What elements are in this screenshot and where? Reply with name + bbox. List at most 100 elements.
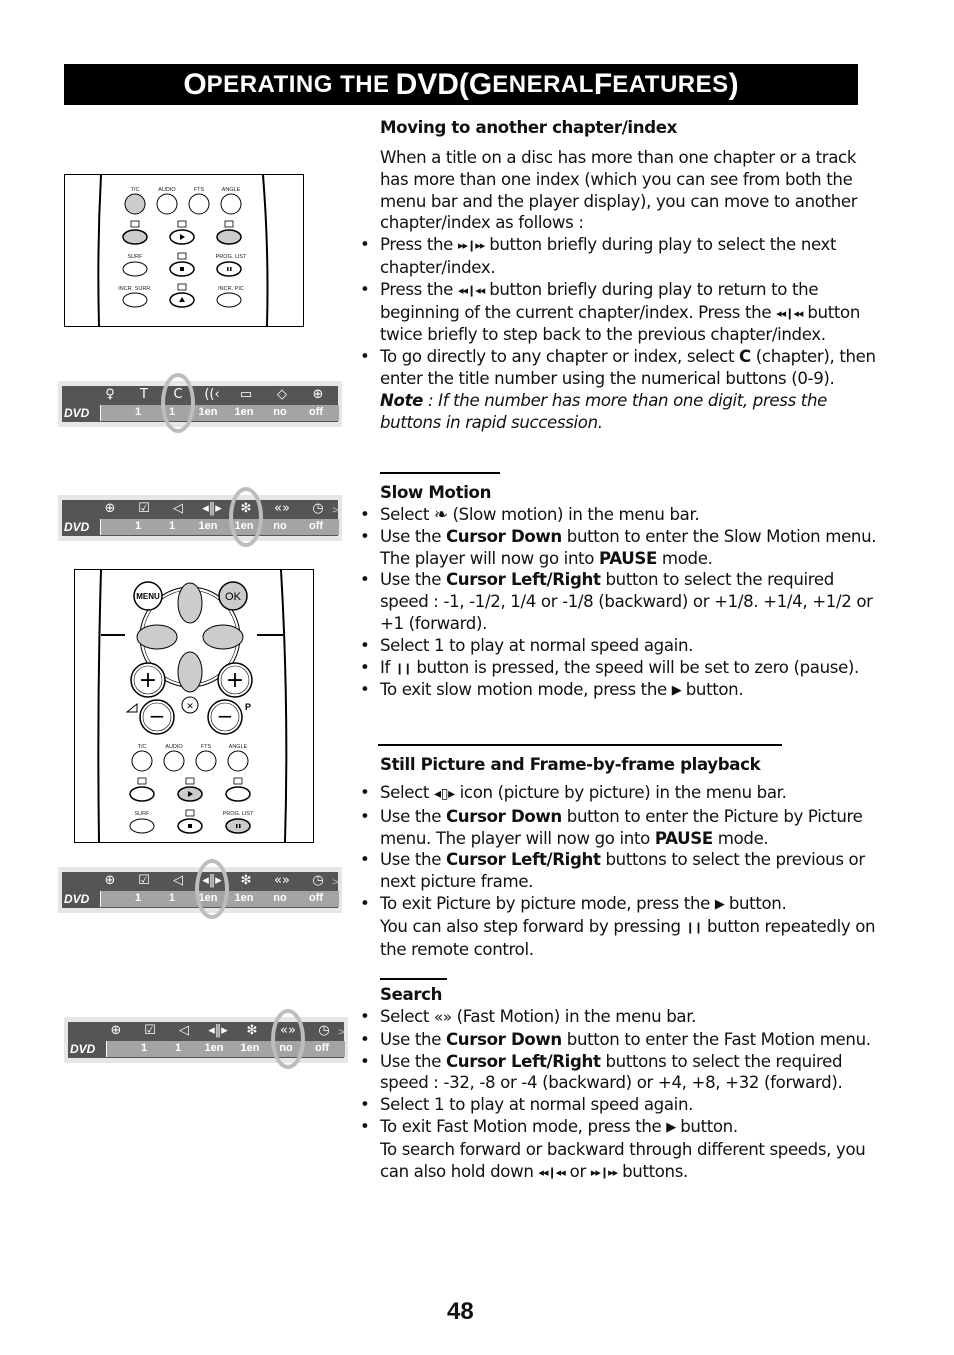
- frame-icon[interactable]: ◂‖▸: [204, 1022, 232, 1040]
- slow-motion-icon[interactable]: ❇: [238, 1022, 266, 1040]
- subtitle-icon[interactable]: ▭: [232, 386, 260, 404]
- menu-bar-values-row: DVD 1 1 1en 1en no off: [62, 404, 339, 422]
- audio-icon[interactable]: ◁: [170, 1022, 198, 1040]
- label-audio: AUDIO: [158, 187, 176, 193]
- section-still-picture: Still Picture and Frame-by-frame playbac…: [360, 754, 880, 960]
- menu-bar-value: off: [308, 892, 324, 904]
- label-prog-list: PROG. LIST: [216, 254, 248, 260]
- section-heading: Still Picture and Frame-by-frame playbac…: [380, 755, 761, 774]
- fast-motion-icon: «»: [434, 1008, 452, 1026]
- menu-bar-value: no: [273, 892, 287, 904]
- timer-icon[interactable]: ♀: [96, 386, 124, 404]
- cursor-up-button: [177, 582, 203, 624]
- frame-by-frame-icon: ◂▯▸: [434, 786, 455, 802]
- menu-bar-value: 1: [134, 520, 142, 532]
- audio-icon[interactable]: ◁: [164, 500, 192, 518]
- section-divider: [378, 744, 782, 746]
- dvd-logo: DVD: [64, 406, 90, 420]
- section-search: Search Select «» (Fast Motion) in the me…: [360, 984, 880, 1183]
- label-fts: FTS: [201, 744, 212, 750]
- time-search-icon[interactable]: ◷: [304, 872, 332, 890]
- audio-button: [156, 193, 178, 215]
- zoom-icon[interactable]: ⊕: [304, 386, 332, 404]
- check-icon[interactable]: ☑: [130, 872, 158, 890]
- cursor-left-button: [136, 624, 178, 650]
- list-item: Use the Cursor Left/Right buttons to sel…: [360, 1051, 880, 1095]
- menu-label: MENU: [136, 592, 160, 601]
- angle-icon[interactable]: ◇: [268, 386, 296, 404]
- menu-bar-values-row: DVD 1 1 1en 1en no off: [62, 518, 339, 536]
- check-icon[interactable]: ☑: [136, 1022, 164, 1040]
- list-item: Press the ▸▸❙▸▸ button briefly during pl…: [360, 234, 880, 279]
- prev-button: [129, 786, 155, 802]
- menu-bar-slow-motion: ⊕ ☑ ◁ ◂‖▸ ❇ «» ◷ DVD 1 1 1en 1en no off >: [58, 487, 342, 547]
- menu-bar-value: 1: [168, 520, 176, 532]
- title-part: F: [593, 67, 613, 101]
- list-item: Select «» (Fast Motion) in the menu bar.: [360, 1006, 880, 1029]
- slow-motion-icon[interactable]: ❇: [232, 872, 260, 890]
- more-arrow-icon: >: [331, 505, 340, 516]
- list-item: To exit slow motion mode, press the ▶ bu…: [360, 679, 880, 702]
- previous-icon: ◂◂❙◂◂: [776, 306, 803, 320]
- slow-motion-icon: ❧: [434, 505, 448, 524]
- frame-icon[interactable]: ◂‖▸: [198, 500, 226, 518]
- section-heading: Moving to another chapter/index: [380, 118, 678, 137]
- prev-button: [122, 229, 148, 245]
- menu-bar-value: 1: [134, 406, 142, 418]
- section-divider: [380, 472, 500, 474]
- audio-icon[interactable]: ◁: [164, 872, 192, 890]
- label-audio: AUDIO: [165, 744, 183, 750]
- menu-bar-value: 1en: [234, 406, 254, 418]
- page-title: O PERATING THE DVD (G ENERAL F EATURES): [64, 64, 858, 105]
- menu-bar-value: 1: [174, 1042, 182, 1054]
- list-item: Select ❧ (Slow motion) in the menu bar.: [360, 504, 880, 526]
- zoom-icon[interactable]: ⊕: [102, 1022, 130, 1040]
- volume-icon: [125, 702, 138, 713]
- menu-bar-value: 1en: [198, 520, 218, 532]
- time-search-icon[interactable]: ◷: [304, 500, 332, 518]
- remote-illustration-small: T/C AUDIO FTS ANGLE SURF PROG. LIST INCR…: [64, 174, 304, 327]
- label-fts: FTS: [194, 187, 205, 193]
- pause-icon: ❙❙: [394, 661, 412, 675]
- title-part: PERATING THE: [206, 70, 390, 98]
- selection-highlight-circle: [229, 487, 263, 547]
- play-icon: ▶: [714, 896, 725, 912]
- svg-text:+: +: [226, 668, 244, 693]
- zoom-icon[interactable]: ⊕: [96, 500, 124, 518]
- audio-icon[interactable]: ((‹: [198, 386, 226, 404]
- menu-bar-value: 1en: [234, 892, 254, 904]
- section-slow-motion: Slow Motion Select ❧ (Slow motion) in th…: [360, 482, 880, 702]
- remote-illustration-large: MENU OK + + − − ✕ P T/C AUDIO FTS ANGLE …: [74, 569, 314, 843]
- angle-button: [227, 750, 249, 772]
- menu-bar-frame-by-frame: ⊕ ☑ ◁ ◂‖▸ ❇ «» ◷ DVD 1 1 1en 1en no off >: [58, 859, 342, 919]
- svg-text:+: +: [139, 668, 157, 693]
- fast-motion-icon[interactable]: «»: [268, 500, 296, 518]
- label-incr-surr: INCR. SURR.: [118, 286, 152, 292]
- list-item: Select 1 to play at normal speed again.: [360, 635, 880, 657]
- p-label: P: [245, 702, 251, 712]
- menu-bar-value: off: [308, 520, 324, 532]
- zoom-icon[interactable]: ⊕: [96, 872, 124, 890]
- fts-button: [188, 193, 210, 215]
- menu-t-icon[interactable]: T: [130, 386, 158, 404]
- list-item: Use the Cursor Left/Right buttons to sel…: [360, 849, 880, 893]
- menu-bar-value: 1: [140, 1042, 148, 1054]
- check-icon[interactable]: ☑: [130, 500, 158, 518]
- list-item: Use the Cursor Down button to enter the …: [360, 526, 880, 570]
- fast-motion-icon[interactable]: «»: [268, 872, 296, 890]
- surf-button: [129, 818, 155, 834]
- label-incr-pic: INCR. PIC: [218, 286, 244, 292]
- previous-icon: ◂◂❙◂◂: [538, 1165, 565, 1179]
- label-tc: T/C: [131, 187, 140, 193]
- menu-bar-value: 1: [134, 892, 142, 904]
- list-item: If ❙❙ button is pressed, the speed will …: [360, 657, 880, 680]
- selection-highlight-circle: [161, 373, 195, 433]
- next-button: [225, 786, 251, 802]
- menu-bar-value: 1en: [198, 406, 218, 418]
- dvd-logo: DVD: [64, 892, 90, 906]
- time-search-icon[interactable]: ◷: [310, 1022, 338, 1040]
- svg-text:−: −: [217, 704, 234, 728]
- page-number: 48: [447, 1298, 474, 1325]
- pause-button: [225, 818, 251, 834]
- title-part: DVD: [395, 67, 459, 101]
